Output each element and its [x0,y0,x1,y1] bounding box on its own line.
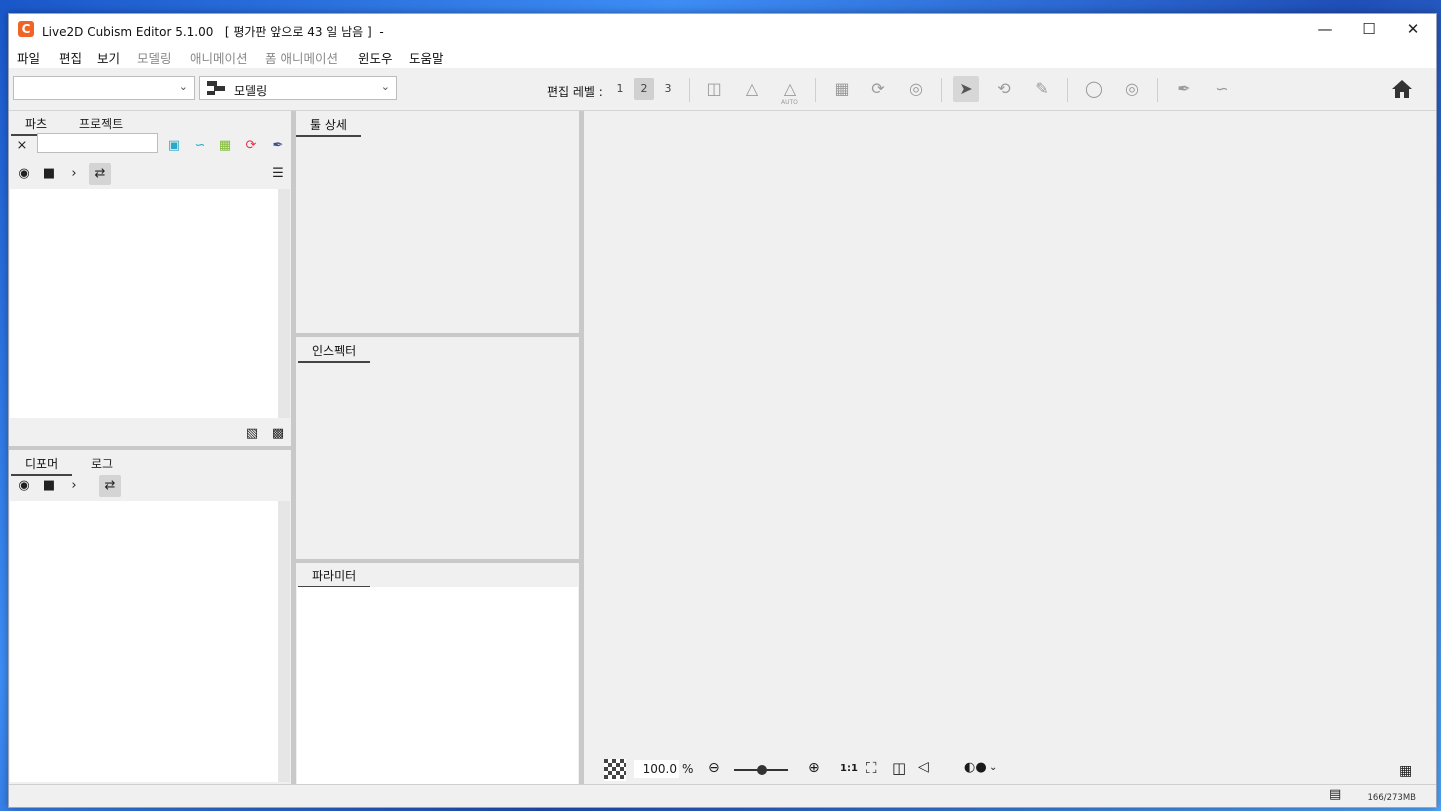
menu-animation[interactable]: 애니메이션 [190,48,248,67]
title-bar: C Live2D Cubism Editor 5.1.00 [ 평가판 앞으로 … [9,14,1436,46]
memory-usage: 166/273MB [1367,793,1416,803]
workspace-modeling-icon [207,81,225,95]
toolbar-separator [689,78,690,102]
menu-edit[interactable]: 편집 [59,48,82,67]
workspace-select-value: 모델링 [234,84,268,98]
flip-view-icon[interactable]: ◁ [918,759,929,775]
deformer-panel: 디포머 로그 ◉ ■ › ⇄ [9,450,291,784]
chevron-down-icon: ⌄ [178,80,188,93]
tool-detail-title: 툴 상세 [296,116,361,137]
pen-tool-icon[interactable]: ✒ [1171,76,1197,102]
path-filter-icon[interactable]: ∽ [191,137,209,155]
tab-log[interactable]: 로그 [77,455,127,474]
parameter-panel: 파라미터 [296,563,579,784]
new-folder-icon[interactable]: ▧ [243,425,261,443]
toolbar-separator [941,78,942,102]
texture-atlas-icon[interactable]: ◫ [701,76,727,102]
zoom-slider[interactable] [732,762,790,778]
path-tool-icon[interactable]: ∽ [1209,76,1235,102]
rotation-filter-icon[interactable]: ⟳ [242,137,260,155]
menu-modeling[interactable]: 모델링 [137,48,172,67]
warp-filter-icon[interactable]: ▦ [216,137,234,155]
toolbar-separator [1157,78,1158,102]
main-toolbar: ⌄ 모델링 ⌄ 편집 레벨 : 1 2 3 ◫ △ △ AUTO ▦ ⟳ ◎ ➤ … [9,68,1436,111]
mesh-edit-icon[interactable]: △ [739,76,765,102]
zoom-out-icon[interactable]: ⊖ [708,760,720,776]
swap-icon[interactable]: ⇄ [99,475,121,497]
workspace-select[interactable]: 모델링 ⌄ [199,76,397,100]
zoom-in-icon[interactable]: ⊕ [808,760,820,776]
layout-menu-icon[interactable]: ▦ [1399,763,1412,779]
brush-select-icon[interactable]: ✎ [1029,76,1055,102]
maximize-button[interactable]: ☐ [1347,14,1391,44]
tab-project[interactable]: 프로젝트 [65,115,137,134]
display-mode-icon[interactable]: ◐● [964,760,987,775]
menu-view[interactable]: 보기 [97,48,120,67]
transform-icon[interactable]: ◯ [1081,76,1107,102]
expand-circle-icon[interactable]: › [65,477,83,495]
parameter-title: 파라미터 [298,567,371,588]
checker-background-icon[interactable] [604,759,626,781]
parts-panel: 파츠 프로젝트 ⨯ ▣ ∽ ▦ ⟳ ✒ ◉ ■ › ⇄ ☰ ▧ ▩ [9,111,291,446]
parts-tree[interactable] [10,189,278,418]
close-button[interactable]: ✕ [1391,14,1435,44]
expand-circle-icon[interactable]: › [65,165,83,183]
status-bar: ▤ 166/273MB [9,784,1436,807]
lasso-select-icon[interactable]: ⟲ [991,76,1017,102]
inspector-panel: 인스펙터 [296,337,579,559]
toolbar-separator [1067,78,1068,102]
menu-help[interactable]: 도움말 [409,48,444,67]
zoom-value-input[interactable]: 100.0 [634,760,679,778]
art-mesh-filter-icon[interactable]: ▣ [165,137,183,155]
deformer-scrollbar[interactable] [278,501,290,782]
grid-toggle-icon[interactable]: ◫ [892,759,906,777]
eye-icon[interactable]: ◉ [15,477,33,495]
menu-form-animation[interactable]: 폼 애니메이션 [265,48,338,67]
window-title: Live2D Cubism Editor 5.1.00 [ 평가판 앞으로 43… [42,25,384,39]
deformer-tree[interactable] [10,501,278,782]
canvas-viewport[interactable] [584,111,1435,782]
zoom-unit: % [682,762,694,776]
lock-icon[interactable]: ■ [40,477,58,495]
actual-size-button[interactable]: 1:1 [840,763,858,774]
warp-deformer-icon[interactable]: ▦ [829,76,855,102]
menu-window[interactable]: 윈도우 [358,48,393,67]
chevron-down-icon: ⌄ [380,80,390,93]
filter-clear-icon[interactable]: ⨯ [13,137,31,155]
glue-icon[interactable]: ◎ [903,76,929,102]
arrow-select-icon[interactable]: ➤ [953,76,979,102]
parameter-list[interactable] [297,587,578,784]
edit-level-1-button[interactable]: 1 [610,78,630,100]
menu-file[interactable]: 파일 [17,48,40,67]
home-icon[interactable] [1390,78,1414,100]
fit-to-window-icon[interactable]: ⛶ [866,759,877,777]
inspector-title: 인스펙터 [298,342,371,363]
tool-detail-panel: 툴 상세 [296,111,579,333]
pen-filter-icon[interactable]: ✒ [269,137,287,155]
eye-icon[interactable]: ◉ [15,165,33,183]
edit-level-label: 편집 레벨 : [547,85,603,99]
edit-level-2-button[interactable]: 2 [634,78,654,100]
edit-level-3-button[interactable]: 3 [658,78,678,100]
lock-icon[interactable]: ■ [40,165,58,183]
parts-scrollbar[interactable] [278,189,290,418]
document-select[interactable]: ⌄ [13,76,195,100]
minimize-button[interactable]: — [1303,14,1347,44]
swap-icon[interactable]: ⇄ [89,163,111,185]
panel-menu-icon[interactable]: ☰ [269,165,287,183]
toolbar-separator [815,78,816,102]
app-window: C Live2D Cubism Editor 5.1.00 [ 평가판 앞으로 … [8,13,1437,808]
auto-mesh-icon[interactable]: △ AUTO [777,76,803,106]
pivot-icon[interactable]: ◎ [1119,76,1145,102]
trash-icon[interactable]: ▩ [269,425,287,443]
chevron-down-icon[interactable]: ⌄ [989,762,997,773]
parts-search-input[interactable] [37,133,158,153]
tab-deformer[interactable]: 디포머 [11,455,73,476]
cubism-logo-icon: C [18,21,34,37]
menu-bar: 파일 편집 보기 모델링 애니메이션 폼 애니메이션 윈도우 도움말 [9,46,1436,68]
window-list-icon[interactable]: ▤ [1329,787,1341,802]
rotation-deformer-icon[interactable]: ⟳ [865,76,891,102]
